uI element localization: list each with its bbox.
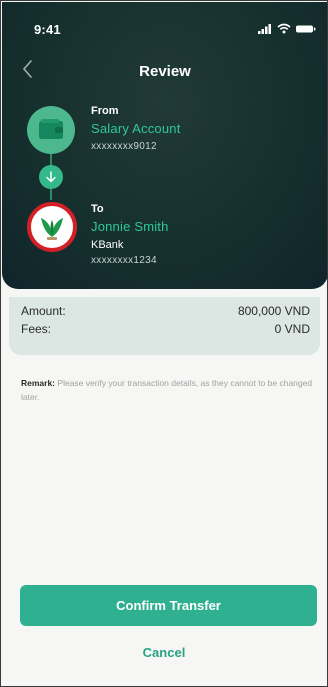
from-account-number: xxxxxxxx9012 [91, 141, 157, 152]
confirm-transfer-button[interactable]: Confirm Transfer [20, 585, 317, 626]
fees-row: Fees: 0 VND [21, 322, 310, 336]
review-header-card: 9:41 Review From Salary Account xxxxxxxx… [2, 2, 327, 289]
status-icons [258, 23, 316, 37]
recipient-bank: KBank [91, 239, 124, 251]
recipient-name: Jonnie Smith [91, 219, 169, 234]
from-account-avatar [27, 106, 75, 154]
remark-label: Remark: [21, 378, 56, 388]
from-account-details: From Salary Account xxxxxxxx9012 [91, 104, 181, 155]
fees-label: Fees: [21, 322, 52, 336]
status-time: 9:41 [34, 22, 61, 37]
arrow-down-icon [46, 171, 56, 183]
to-label: To [91, 203, 104, 215]
signal-icon [258, 21, 272, 39]
from-account-name: Salary Account [91, 121, 181, 136]
remark-text: Please verify your transaction details, … [21, 378, 313, 402]
status-bar: 9:41 [2, 2, 327, 42]
battery-icon [296, 21, 316, 39]
wallet-icon [39, 119, 63, 139]
page-title: Review [139, 63, 191, 80]
wifi-icon [277, 21, 291, 39]
recipient-bank-avatar [27, 202, 77, 252]
cancel-button[interactable]: Cancel [1, 645, 327, 660]
amount-label: Amount: [21, 304, 66, 318]
fees-value: 0 VND [274, 322, 310, 336]
kbank-logo-icon [41, 218, 63, 240]
from-label: From [91, 105, 119, 117]
amount-row: Amount: 800,000 VND [21, 304, 310, 318]
amount-value: 800,000 VND [237, 304, 310, 318]
recipient-details: To Jonnie Smith KBank xxxxxxxx1234 [91, 202, 169, 269]
amount-summary: Amount: 800,000 VND Fees: 0 VND [9, 297, 320, 355]
remark-note: Remark: Please verify your transaction d… [21, 376, 316, 404]
transfer-direction-badge [39, 165, 63, 189]
phone-screen: 9:41 Review From Salary Account xxxxxxxx… [0, 0, 328, 687]
recipient-account-number: xxxxxxxx1234 [91, 255, 157, 266]
